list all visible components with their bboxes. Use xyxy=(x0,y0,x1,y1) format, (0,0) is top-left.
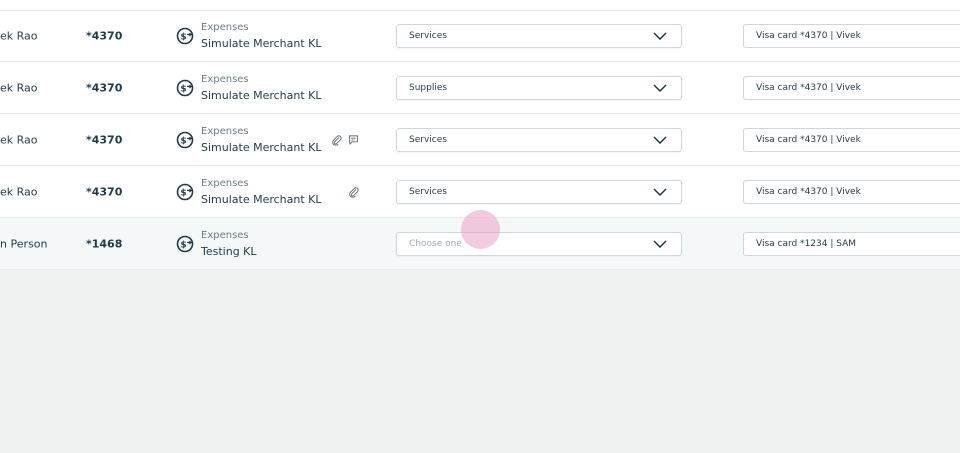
cursor-indicator xyxy=(461,210,500,249)
card-last4: *1468 xyxy=(86,237,123,250)
card-last4: *4370 xyxy=(86,81,123,94)
transaction-type: Expenses xyxy=(201,125,249,137)
table-row[interactable]: ek Rao *4370 $ Expenses Simulate Merchan… xyxy=(0,114,960,166)
card-select[interactable]: Visa card *4370 | Vivek xyxy=(743,127,960,152)
expense-exchange-icon: $ xyxy=(176,183,194,200)
cardholder-name: n Person xyxy=(0,237,48,250)
category-select-value: Services xyxy=(409,186,447,197)
cardholder-name: ek Rao xyxy=(0,29,38,43)
merchant-name: Simulate Merchant KL xyxy=(201,88,322,102)
category-select-value: Services xyxy=(409,31,447,41)
chevron-down-icon xyxy=(653,239,667,248)
category-select[interactable]: Choose one xyxy=(396,231,682,256)
transaction-type: Expenses xyxy=(201,177,249,189)
merchant-name: Simulate Merchant KL xyxy=(201,192,322,206)
expense-exchange-icon: $ xyxy=(176,235,194,252)
table-row-partial xyxy=(0,0,960,11)
svg-text:$: $ xyxy=(180,84,186,94)
svg-text:$: $ xyxy=(180,33,186,43)
comment-icon[interactable] xyxy=(348,134,359,145)
expense-exchange-icon: $ xyxy=(176,79,194,96)
card-select-value: Visa card *4370 | Vivek xyxy=(756,31,861,41)
category-select-placeholder: Choose one xyxy=(409,238,462,249)
category-select[interactable]: Services xyxy=(396,179,682,204)
expense-exchange-icon: $ xyxy=(176,27,194,45)
table-row[interactable]: ek Rao *4370 $ Expenses Simulate Merchan… xyxy=(0,62,960,114)
category-select[interactable]: Supplies xyxy=(396,75,682,100)
card-last4: *4370 xyxy=(86,185,123,198)
cardholder-name: ek Rao xyxy=(0,133,38,146)
cardholder-name: ek Rao xyxy=(0,81,38,94)
category-select[interactable]: Services xyxy=(396,127,682,152)
merchant-name: Simulate Merchant KL xyxy=(201,37,322,50)
chevron-down-icon xyxy=(653,83,667,92)
merchant-cell: Expenses Simulate Merchant KL xyxy=(201,176,322,208)
paperclip-icon[interactable] xyxy=(331,134,342,145)
card-select-value: Visa card *4370 | Vivek xyxy=(756,134,861,145)
card-select-value: Visa card *4370 | Vivek xyxy=(756,82,861,93)
transaction-type: Expenses xyxy=(201,229,249,241)
card-select-value: Visa card *4370 | Vivek xyxy=(756,186,861,197)
card-select[interactable]: Visa card *4370 | Vivek xyxy=(743,75,960,100)
merchant-cell: Expenses Testing KL xyxy=(201,228,257,260)
expense-exchange-icon: $ xyxy=(176,131,194,148)
category-select-value: Supplies xyxy=(409,82,448,93)
card-select[interactable]: Visa card *1234 | SAM xyxy=(743,231,960,256)
card-select[interactable]: Visa card *4370 | Vivek xyxy=(743,179,960,204)
category-select-value: Services xyxy=(409,134,447,145)
card-last4: *4370 xyxy=(86,29,123,43)
transaction-type: Expenses xyxy=(201,22,249,33)
chevron-down-icon xyxy=(653,187,667,196)
merchant-name: Testing KL xyxy=(201,244,257,258)
card-select[interactable]: Visa card *4370 | Vivek xyxy=(743,24,960,48)
svg-text:$: $ xyxy=(180,136,186,146)
svg-text:$: $ xyxy=(180,188,186,198)
table-row[interactable]: ek Rao *4370 $ Expenses Simulate Merchan… xyxy=(0,11,960,62)
card-last4: *4370 xyxy=(86,133,123,146)
merchant-cell: Expenses Simulate Merchant KL xyxy=(201,124,322,156)
chevron-down-icon xyxy=(653,32,667,40)
merchant-name: Simulate Merchant KL xyxy=(201,140,322,154)
transaction-type: Expenses xyxy=(201,73,249,85)
chevron-down-icon xyxy=(653,135,667,144)
svg-text:$: $ xyxy=(180,240,186,250)
merchant-cell: Expenses Simulate Merchant KL xyxy=(201,20,322,52)
cardholder-name: ek Rao xyxy=(0,185,38,198)
category-select[interactable]: Services xyxy=(396,24,682,48)
merchant-cell: Expenses Simulate Merchant KL xyxy=(201,72,322,104)
paperclip-icon[interactable] xyxy=(348,186,359,197)
card-select-value: Visa card *1234 | SAM xyxy=(756,238,857,249)
